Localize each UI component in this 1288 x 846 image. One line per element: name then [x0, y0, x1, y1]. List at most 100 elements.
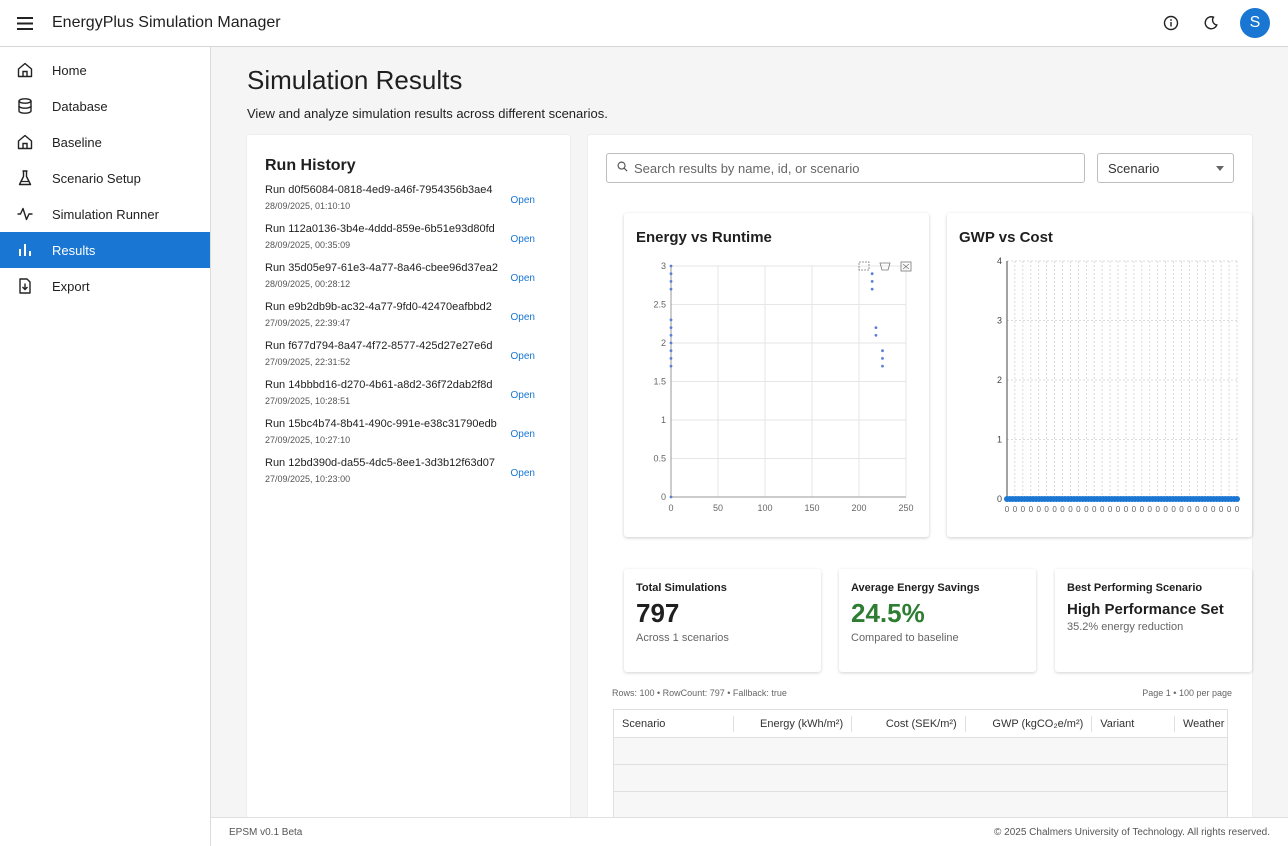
data-point — [669, 326, 673, 329]
app-bar: EnergyPlus Simulation Manager S — [0, 0, 1288, 47]
data-point — [874, 326, 878, 329]
energy-runtime-chart: 0 50 100 150 200 250 0 0.5 1 1.5 2 2.5 3 — [653, 261, 913, 513]
open-run-link[interactable]: Open — [511, 429, 535, 440]
data-point — [669, 364, 673, 368]
sidebar-item-scenario-setup[interactable]: Scenario Setup — [0, 160, 210, 196]
list-item: Run d0f56084-0818-4ed9-a46f-7954356b3ae4… — [265, 184, 555, 223]
stat-note: Across 1 scenarios — [636, 632, 729, 644]
sidebar-item-label: Scenario Setup — [52, 170, 141, 186]
stat-label: Best Performing Scenario — [1067, 582, 1203, 594]
grid-meta: Rows: 100 • RowCount: 797 • Fallback: tr… — [612, 688, 1232, 698]
table-header: Scenario Energy (kWh/m²) Cost (SEK/m²) G… — [614, 710, 1227, 738]
sidebar-item-results[interactable]: Results — [0, 232, 210, 268]
sidebar-item-label: Database — [52, 98, 108, 114]
search-icon — [617, 159, 628, 177]
row-count-text: Rows: 100 • RowCount: 797 • Fallback: tr… — [612, 688, 787, 698]
sidebar-item-label: Results — [52, 242, 96, 258]
scenario-select-value: Scenario — [1108, 160, 1160, 176]
data-point — [881, 349, 884, 353]
table-row[interactable] — [614, 765, 1227, 792]
page-subtitle: View and analyze simulation results acro… — [247, 106, 608, 121]
search-field[interactable] — [606, 153, 1085, 183]
data-point — [669, 287, 673, 291]
open-run-link[interactable]: Open — [511, 234, 535, 245]
list-item: Run 112a0136-3b4e-4ddd-859e-6b51e93d80fd… — [265, 223, 555, 262]
x-tick-label: 0 — [1155, 505, 1160, 514]
x-tick-label: 0 — [1100, 505, 1105, 514]
table-row[interactable] — [614, 792, 1227, 817]
list-item: Run 14bbbd16-d270-4b61-a8d2-36f72dab2f8d… — [265, 379, 555, 418]
column-header-weather[interactable]: Weather — [1175, 716, 1227, 732]
open-run-link[interactable]: Open — [511, 312, 535, 323]
avatar[interactable]: S — [1240, 8, 1270, 38]
sidebar-item-database[interactable]: Database — [0, 88, 210, 124]
data-point — [669, 280, 673, 283]
x-tick-label: 200 — [851, 503, 866, 513]
open-run-link[interactable]: Open — [511, 390, 535, 401]
home-icon — [0, 133, 52, 151]
bar-chart-icon — [0, 241, 52, 259]
stat-note: 35.2% energy reduction — [1067, 621, 1184, 633]
stat-card-total: Total Simulations 797 Across 1 scenarios — [624, 569, 821, 672]
x-tick-label: 0 — [1092, 505, 1097, 514]
list-item: Run f677d794-8a47-4f72-8577-425d27e27e6d… — [265, 340, 555, 379]
y-tick-label: 0 — [997, 494, 1002, 504]
x-tick-label: 0 — [1076, 505, 1081, 514]
run-history-list: Run d0f56084-0818-4ed9-a46f-7954356b3ae4… — [265, 184, 555, 496]
column-header-scenario[interactable]: Scenario — [614, 715, 734, 732]
dark-mode-icon[interactable] — [1198, 7, 1224, 39]
sidebar-item-home[interactable]: Home — [0, 52, 210, 88]
data-point — [669, 318, 673, 322]
y-tick-label: 1 — [661, 415, 666, 425]
info-icon[interactable] — [1158, 7, 1184, 39]
home-icon — [0, 61, 52, 79]
x-tick-label: 0 — [1005, 505, 1010, 514]
x-tick-label: 100 — [757, 503, 772, 513]
x-tick-label: 0 — [1116, 505, 1121, 514]
x-tick-label: 0 — [1021, 505, 1026, 514]
sidebar-item-baseline[interactable]: Baseline — [0, 124, 210, 160]
open-run-link[interactable]: Open — [511, 195, 535, 206]
data-point — [870, 280, 874, 283]
stat-label: Average Energy Savings — [851, 582, 980, 594]
open-run-link[interactable]: Open — [511, 351, 535, 362]
x-tick-label: 0 — [1068, 505, 1073, 514]
open-run-link[interactable]: Open — [511, 273, 535, 284]
x-tick-label: 0 — [1132, 505, 1137, 514]
stat-card-savings: Average Energy Savings 24.5% Compared to… — [839, 569, 1036, 672]
open-run-link[interactable]: Open — [511, 468, 535, 479]
y-tick-label: 0 — [661, 492, 666, 502]
column-header-variant[interactable]: Variant — [1092, 715, 1175, 732]
sidebar-item-export[interactable]: Export — [0, 268, 210, 304]
copyright-text: © 2025 Chalmers University of Technology… — [993, 827, 1270, 838]
column-header-energy[interactable]: Energy (kWh/m²) — [734, 715, 853, 732]
column-header-cost[interactable]: Cost (SEK/m²) — [852, 715, 966, 732]
x-tick-label: 0 — [1148, 505, 1153, 514]
y-tick-label: 2.5 — [653, 300, 666, 310]
y-tick-label: 4 — [997, 256, 1002, 266]
menu-icon[interactable] — [0, 0, 50, 47]
x-tick-label: 250 — [898, 503, 913, 513]
x-tick-label: 0 — [1124, 505, 1129, 514]
sidebar-item-label: Home — [52, 62, 87, 78]
list-item: Run 35d05e97-61e3-4a77-8a46-cbee96d37ea2… — [265, 262, 555, 301]
data-point — [1234, 496, 1240, 502]
search-input[interactable] — [634, 160, 1054, 176]
data-point — [669, 349, 673, 353]
table-row[interactable] — [614, 738, 1227, 765]
x-tick-label: 0 — [1211, 505, 1216, 514]
sidebar-item-label: Simulation Runner — [52, 206, 159, 222]
x-tick-label: 0 — [1044, 505, 1049, 514]
column-header-gwp[interactable]: GWP (kgCO₂e/m²) — [966, 715, 1093, 732]
y-tick-label: 3 — [661, 261, 666, 271]
x-tick-label: 50 — [713, 503, 723, 513]
y-tick-label: 2 — [661, 338, 666, 348]
activity-icon — [0, 205, 52, 223]
footer: EPSM v0.1 Beta © 2025 Chalmers Universit… — [211, 817, 1288, 846]
app-title: EnergyPlus Simulation Manager — [52, 14, 281, 31]
y-tick-label: 2 — [997, 375, 1002, 385]
sidebar-item-simulation-runner[interactable]: Simulation Runner — [0, 196, 210, 232]
sidebar-item-label: Baseline — [52, 134, 102, 150]
data-point — [669, 495, 673, 499]
scenario-select[interactable]: Scenario — [1097, 153, 1234, 183]
